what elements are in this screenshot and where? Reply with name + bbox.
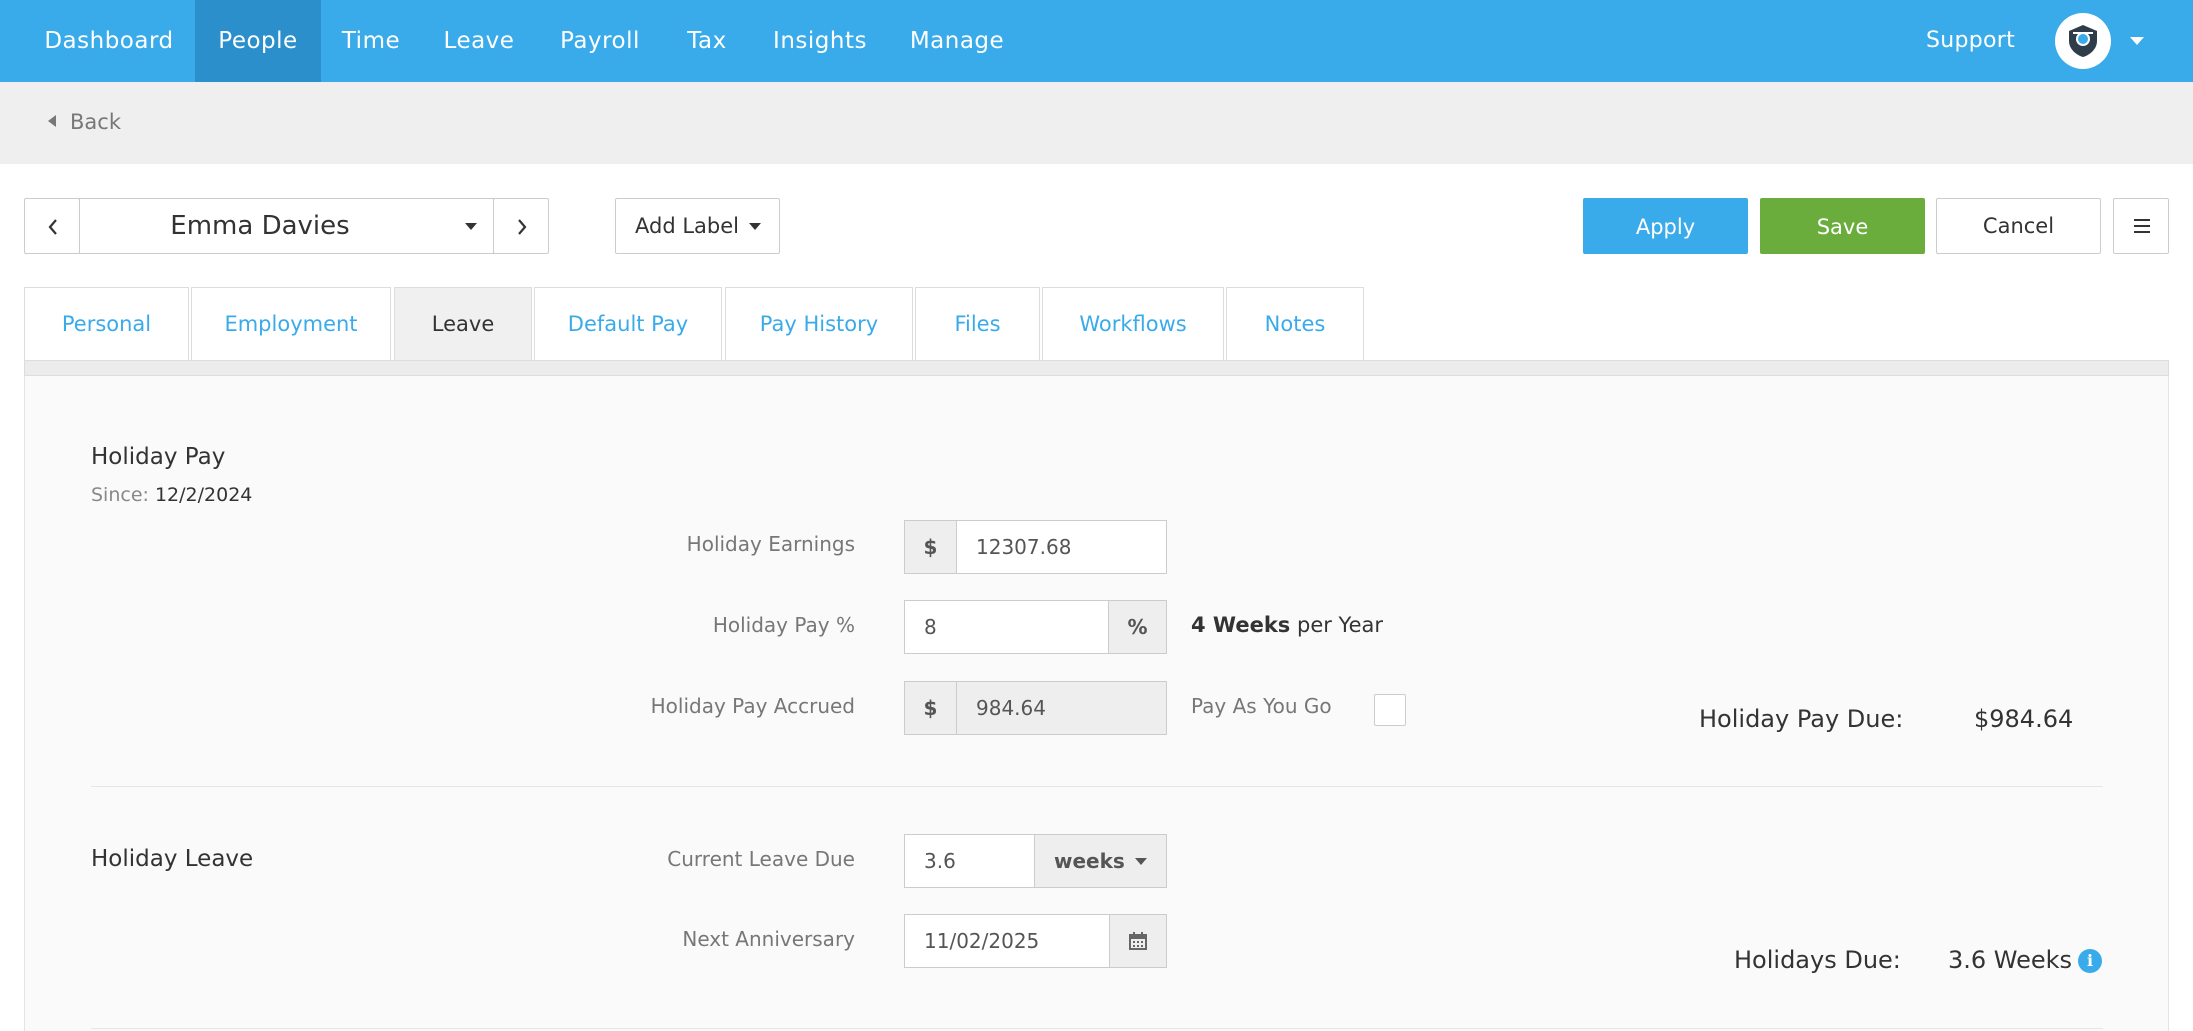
holiday-pay-accrued-label: Holiday Pay Accrued (650, 694, 855, 718)
top-nav: Dashboard People Time Leave Payroll Tax … (0, 0, 2193, 82)
cancel-button[interactable]: Cancel (1936, 198, 2101, 254)
caret-down-icon (749, 223, 761, 230)
chevron-down-icon[interactable] (2130, 37, 2144, 45)
save-button[interactable]: Save (1760, 198, 1925, 254)
nav-insights[interactable]: Insights (751, 0, 889, 82)
pay-as-you-go-checkbox[interactable] (1374, 694, 1406, 726)
person-name: Emma Davies (170, 211, 350, 241)
calendar-icon (1129, 932, 1147, 950)
person-select[interactable]: Emma Davies (79, 198, 494, 254)
next-person-button[interactable] (493, 198, 549, 254)
tab-workflows[interactable]: Workflows (1042, 287, 1224, 361)
holiday-pay-due-value: $984.64 (1974, 705, 2074, 733)
nav-payroll[interactable]: Payroll (537, 0, 663, 82)
current-leave-due-input[interactable]: 3.6 (904, 834, 1035, 888)
holiday-pay-title: Holiday Pay (91, 444, 226, 470)
apply-button[interactable]: Apply (1583, 198, 1748, 254)
next-anniversary-input[interactable]: 11/02/2025 (904, 914, 1110, 968)
current-leave-due-label: Current Leave Due (667, 847, 855, 871)
tab-employment[interactable]: Employment (191, 287, 391, 361)
tab-strip (24, 360, 2169, 376)
holidays-due-label: Holidays Due: (1734, 946, 1901, 974)
user-shield-icon (2069, 25, 2097, 57)
caret-left-icon (48, 115, 56, 127)
previous-person-button[interactable] (24, 198, 80, 254)
chevron-left-icon (48, 219, 57, 235)
weeks-suffix: per Year (1296, 613, 1384, 637)
tab-pay-history[interactable]: Pay History (725, 287, 913, 361)
nav-manage[interactable]: Manage (889, 0, 1025, 82)
holiday-earnings-label: Holiday Earnings (686, 532, 855, 556)
holiday-pay-accrued-input: 984.64 (956, 681, 1167, 735)
section-divider (91, 786, 2103, 787)
chevron-right-icon (518, 219, 527, 235)
menu-button[interactable] (2113, 198, 2169, 254)
add-label-text: Add Label (635, 214, 739, 238)
next-anniversary-label: Next Anniversary (682, 927, 855, 951)
since-date: Since: 12/2/2024 (91, 484, 252, 506)
info-icon[interactable]: i (2078, 949, 2102, 973)
back-bar: Back (0, 82, 2193, 164)
nav-people[interactable]: People (195, 0, 321, 82)
support-link[interactable]: Support (1926, 0, 2015, 82)
unit-select[interactable]: weeks (1034, 834, 1167, 888)
tab-notes[interactable]: Notes (1226, 287, 1364, 361)
tab-leave[interactable]: Leave (394, 287, 532, 361)
currency-addon: $ (904, 681, 957, 735)
back-label: Back (70, 110, 121, 134)
nav-leave[interactable]: Leave (421, 0, 537, 82)
currency-addon: $ (904, 520, 957, 574)
percent-addon: % (1108, 600, 1167, 654)
tab-personal[interactable]: Personal (24, 287, 189, 361)
tab-files[interactable]: Files (915, 287, 1040, 361)
section-divider (91, 1028, 2103, 1029)
since-label: Since: (91, 484, 149, 506)
holiday-pay-percent-input[interactable]: 8 (904, 600, 1109, 654)
holiday-pay-due-label: Holiday Pay Due: (1699, 705, 1904, 733)
back-link[interactable]: Back (48, 110, 121, 134)
nav-dashboard[interactable]: Dashboard (24, 0, 194, 82)
nav-time[interactable]: Time (321, 0, 421, 82)
holiday-pay-percent-label: Holiday Pay % (712, 613, 855, 637)
caret-down-icon (1135, 858, 1147, 865)
weeks-per-year: 4 Weeks per Year (1191, 613, 1383, 637)
add-label-button[interactable]: Add Label (615, 198, 780, 254)
holidays-due-value: 3.6 Weeks (1948, 946, 2073, 974)
pay-as-you-go-label: Pay As You Go (1191, 694, 1332, 718)
unit-select-value: weeks (1054, 849, 1125, 873)
nav-tax[interactable]: Tax (663, 0, 751, 82)
tab-default-pay[interactable]: Default Pay (534, 287, 722, 361)
holiday-earnings-input[interactable]: 12307.68 (956, 520, 1167, 574)
caret-down-icon (465, 223, 477, 230)
calendar-button[interactable] (1109, 914, 1167, 968)
weeks-count: 4 Weeks (1191, 613, 1291, 637)
holiday-leave-title: Holiday Leave (91, 846, 254, 872)
avatar[interactable] (2055, 13, 2111, 69)
since-value: 12/2/2024 (154, 484, 253, 506)
